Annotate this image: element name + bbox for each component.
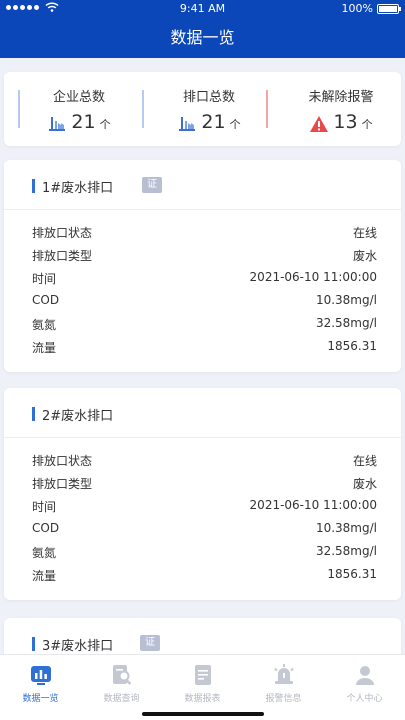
report-icon — [194, 665, 211, 685]
detail-row: 排放口类型 废水 — [32, 477, 377, 491]
outlet-card[interactable]: 1#废水排口 证 排放口状态 在线 排放口类型 废水 时间 2021-06-10 11… — [4, 160, 401, 372]
card-accent-bar — [32, 179, 35, 193]
summary-value: 21 — [71, 111, 96, 133]
detail-row: COD 10.38mg/l — [32, 521, 377, 535]
outlet-card[interactable]: 3#废水排口 证 — [4, 618, 401, 654]
summary-unit: 个 — [229, 118, 241, 131]
detail-row: 流量 1856.31 — [32, 339, 377, 355]
card-details: 排放口状态 在线 排放口类型 废水 时间 2021-06-10 11:00:00 CO… — [4, 438, 401, 586]
factory-icon — [49, 117, 66, 131]
summary-unit: 个 — [99, 118, 111, 131]
summary-value: 13 — [333, 111, 358, 133]
warning-icon — [310, 116, 329, 132]
card-details: 排放口状态 在线 排放口类型 废水 时间 2021-06-10 11:00:00 CO… — [4, 210, 401, 358]
summary-enterprise[interactable]: 企业总数 21 个 — [24, 86, 134, 133]
summary-label: 排口总数 — [182, 90, 235, 105]
tab-data-report[interactable]: 数据报表 — [162, 663, 243, 704]
card-header: 1#废水排口 证 — [4, 160, 401, 210]
summary-label: 未解除报警 — [308, 90, 374, 105]
detail-row: 排放口状态 在线 — [32, 454, 377, 468]
page-title: 数据一览 — [170, 28, 235, 47]
summary-divider — [142, 90, 144, 128]
summary-divider — [18, 90, 20, 128]
tab-label: 报警信息 — [265, 694, 302, 704]
outlet-card[interactable]: 2#废水排口 排放口状态 在线 排放口类型 废水 时间 2021-06-10 11:0… — [4, 388, 401, 600]
summary-panel: 企业总数 21 个 排口总数 21 个 未解除报警 13 个 — [4, 72, 401, 146]
tab-label: 数据一览 — [22, 694, 59, 704]
permit-badge: 证 — [142, 177, 162, 193]
user-icon — [355, 666, 374, 685]
summary-outlet[interactable]: 排口总数 21 个 — [154, 86, 264, 133]
detail-row: 氨氮 32.58mg/l — [32, 544, 377, 560]
card-title: 3#废水排口 — [42, 639, 114, 654]
summary-unit: 个 — [361, 118, 373, 131]
battery-icon — [377, 3, 401, 14]
tab-label: 个人中心 — [346, 694, 383, 704]
card-header: 2#废水排口 — [4, 388, 401, 438]
card-title: 2#废水排口 — [42, 409, 114, 424]
tab-alarm-info[interactable]: 报警信息 — [243, 663, 324, 704]
tab-label: 数据查询 — [103, 694, 140, 704]
chart-icon — [30, 666, 51, 685]
card-accent-bar — [32, 637, 35, 651]
detail-row: 流量 1856.31 — [32, 567, 377, 583]
detail-row: 时间 2021-06-10 11:00:00 — [32, 498, 377, 514]
tab-bar: 数据一览 数据查询 数据报表 报警信息 个人中心 — [0, 654, 405, 720]
card-title: 1#废水排口 — [42, 181, 114, 196]
detail-row: 时间 2021-06-10 11:00:00 — [32, 270, 377, 286]
search-doc-icon — [112, 665, 131, 685]
summary-value: 21 — [201, 111, 226, 133]
alarm-icon — [273, 664, 294, 684]
battery-percent: 100% — [341, 2, 373, 15]
card-accent-bar — [32, 407, 35, 421]
nav-bar: 数据一览 — [0, 18, 405, 58]
tab-data-query[interactable]: 数据查询 — [81, 663, 162, 704]
factory-icon — [179, 117, 196, 131]
summary-divider — [266, 90, 268, 128]
status-bar: 9:41 AM 100% — [0, 0, 405, 18]
detail-row: 氨氮 32.58mg/l — [32, 316, 377, 332]
tab-personal-center[interactable]: 个人中心 — [324, 663, 405, 704]
permit-badge: 证 — [140, 635, 160, 651]
summary-label: 企业总数 — [52, 90, 105, 105]
detail-row: 排放口类型 废水 — [32, 249, 377, 263]
home-indicator — [142, 712, 264, 716]
summary-alarm[interactable]: 未解除报警 13 个 — [286, 86, 396, 133]
tab-data-overview[interactable]: 数据一览 — [0, 663, 81, 704]
detail-row: 排放口状态 在线 — [32, 226, 377, 240]
detail-row: COD 10.38mg/l — [32, 293, 377, 307]
tab-label: 数据报表 — [184, 694, 221, 704]
